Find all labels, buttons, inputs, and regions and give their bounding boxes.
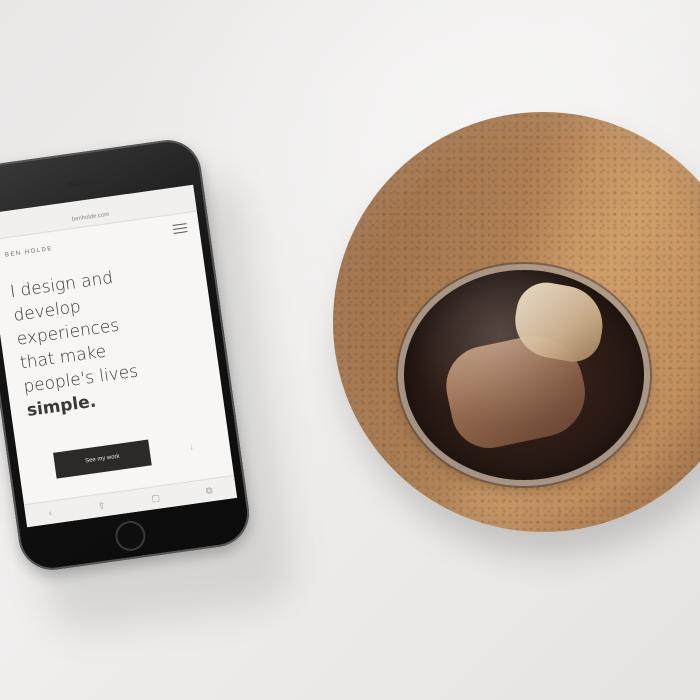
hamburger-menu-icon xyxy=(172,223,188,235)
tabs-icon: ⧉ xyxy=(205,484,214,496)
back-icon: ‹ xyxy=(48,507,53,519)
site-logo: BEN HOLDE xyxy=(4,245,54,259)
photo-scene: benholde.com BEN HOLDE I design and deve… xyxy=(0,0,700,700)
share-icon: ⇪ xyxy=(97,499,106,511)
bookmarks-icon: ▢ xyxy=(150,491,161,504)
scroll-down-icon: ↓ xyxy=(188,441,195,452)
headline-line: I design and xyxy=(8,267,115,303)
glass-highlight xyxy=(404,270,644,480)
phone-screen: benholde.com BEN HOLDE I design and deve… xyxy=(0,184,238,528)
home-button xyxy=(113,518,148,553)
hero-headline: I design and develop experiences that ma… xyxy=(9,255,207,423)
see-my-work-button: See my work xyxy=(53,439,152,479)
browser-toolbar: ‹ ⇪ ▢ ⧉ xyxy=(23,474,238,528)
phone-speaker xyxy=(65,176,106,188)
